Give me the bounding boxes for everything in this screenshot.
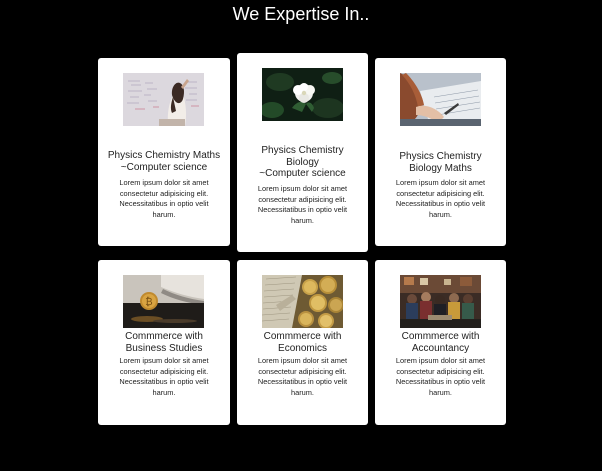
card-description-line: Lorem ipsum dolor sit amet: [257, 356, 348, 365]
card-image-white-flower: [262, 68, 343, 121]
card-description-line: consectetur adipisicing elit.: [258, 366, 347, 376]
card-title-line: Economics: [278, 342, 327, 354]
card-description-line: consectetur adipisicing elit.: [396, 366, 485, 376]
card-title: Commmerce with Economics: [243, 331, 362, 354]
card-description-line: consectetur adipisicing elit.: [119, 366, 209, 376]
card-description-line: harum.: [152, 209, 176, 219]
card-title-line: Accountancy: [411, 342, 470, 354]
card-description-line: Necessitatibus in optio velit: [119, 377, 209, 387]
card-title-line: ~Computer science: [259, 168, 346, 179]
card-description-line: Necessitatibus in optio velit: [257, 377, 348, 387]
card-title: Commmerce with Business Studies: [104, 331, 224, 354]
card-title-line: Biology Maths: [409, 162, 472, 174]
card-title-line: Business Studies: [125, 342, 203, 354]
card-description: Lorem ipsum dolor sit amet consectetur a…: [383, 178, 498, 220]
card-image-girl-at-whiteboard: [123, 73, 204, 126]
card-title: Physics Chemistry Biology ~Computer scie…: [243, 145, 362, 180]
card-description-line: Lorem ipsum dolor sit amet: [119, 178, 209, 187]
expertise-card[interactable]: Physics Chemistry Biology Maths Lorem ip…: [375, 58, 506, 246]
card-title-line: ~Computer science: [120, 161, 208, 173]
card-title: Commmerce with Accountancy: [381, 331, 500, 354]
card-image-student-writing: [400, 73, 481, 126]
card-description-line: harum.: [152, 387, 176, 397]
card-image-coins-and-banknotes: [262, 275, 343, 328]
card-description-line: Necessitatibus in optio velit: [395, 199, 486, 209]
page: We Expertise In.. Physics Chemistry Math…: [0, 0, 602, 471]
card-description-line: Necessitatibus in optio velit: [119, 199, 209, 209]
card-title-line: Physics Chemistry: [261, 145, 344, 156]
card-title-line: Biology: [286, 156, 319, 168]
card-description-line: harum.: [428, 209, 452, 219]
card-description-line: harum.: [290, 387, 314, 397]
page-heading: We Expertise In..: [232, 4, 370, 24]
card-title-line: Physics Chemistry Maths: [107, 150, 221, 161]
card-description-line: harum.: [290, 215, 314, 225]
card-title-line: Physics Chemistry: [399, 151, 482, 162]
card-title: Physics Chemistry Biology Maths: [381, 151, 500, 174]
card-description-line: Necessitatibus in optio velit: [257, 205, 348, 215]
card-image-group-of-people: [400, 275, 481, 328]
card-title: Physics Chemistry Maths ~Computer scienc…: [104, 150, 224, 173]
card-description-line: Lorem ipsum dolor sit amet: [257, 184, 348, 193]
card-image-bitcoin-coin: ₿: [123, 275, 204, 328]
card-description: Lorem ipsum dolor sit amet consectetur a…: [383, 356, 498, 398]
card-title-line: Commmerce with: [401, 331, 480, 342]
card-title-line: Commmerce with: [263, 331, 342, 342]
card-description: Lorem ipsum dolor sit amet consectetur a…: [245, 356, 360, 398]
card-description: Lorem ipsum dolor sit amet consectetur a…: [106, 356, 222, 398]
card-title-line: Commmerce with: [125, 331, 203, 342]
card-description-line: Lorem ipsum dolor sit amet: [395, 178, 486, 187]
svg-text:₿: ₿: [145, 296, 152, 308]
card-description-line: Lorem ipsum dolor sit amet: [395, 356, 486, 365]
card-description-line: Necessitatibus in optio velit: [395, 377, 486, 387]
expertise-card[interactable]: Commmerce with Accountancy Lorem ipsum d…: [375, 260, 506, 425]
card-description-line: Lorem ipsum dolor sit amet: [119, 356, 209, 365]
expertise-card[interactable]: ₿ Commmerce with Business Studies Lorem …: [98, 260, 230, 425]
card-description-line: consectetur adipisicing elit.: [396, 188, 485, 198]
card-description-line: consectetur adipisicing elit.: [258, 194, 347, 204]
card-description: Lorem ipsum dolor sit amet consectetur a…: [106, 178, 222, 220]
expertise-card[interactable]: Physics Chemistry Biology ~Computer scie…: [237, 53, 368, 252]
card-description: Lorem ipsum dolor sit amet consectetur a…: [245, 184, 360, 226]
card-description-line: consectetur adipisicing elit.: [119, 188, 209, 198]
card-description-line: harum.: [428, 387, 452, 397]
expertise-card[interactable]: Commmerce with Economics Lorem ipsum dol…: [237, 260, 368, 425]
expertise-card[interactable]: Physics Chemistry Maths ~Computer scienc…: [98, 58, 230, 246]
